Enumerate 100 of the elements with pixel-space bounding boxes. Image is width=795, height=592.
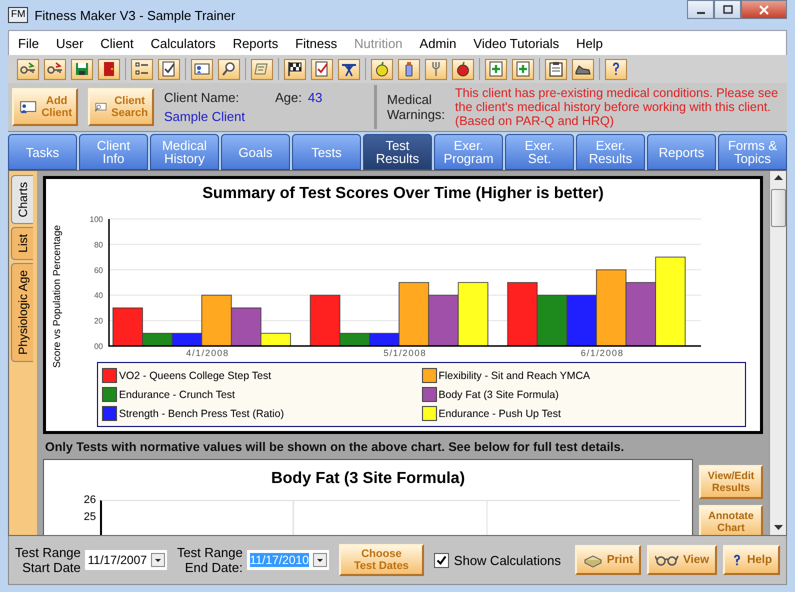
bar bbox=[626, 282, 656, 346]
help-button[interactable]: Help bbox=[723, 545, 780, 575]
toolbar-button[interactable] bbox=[131, 58, 153, 80]
menu-item[interactable]: User bbox=[46, 36, 92, 50]
y-tick-label: 26 bbox=[82, 494, 96, 506]
side-tab[interactable]: Charts bbox=[11, 175, 33, 224]
tab[interactable]: Tests bbox=[292, 134, 361, 170]
view-button[interactable]: View bbox=[647, 545, 718, 575]
show-calculations-label: Show Calculations bbox=[454, 552, 561, 568]
toolbar-button[interactable] bbox=[17, 58, 39, 80]
maximize-button[interactable] bbox=[714, 0, 741, 19]
tab[interactable]: Medical History bbox=[150, 134, 219, 170]
age-label: Age: bbox=[275, 90, 302, 105]
side-button[interactable]: Annotate Chart bbox=[699, 505, 763, 535]
tab[interactable]: Forms & Topics bbox=[718, 134, 787, 170]
choose-test-dates-button[interactable]: Choose Test Dates bbox=[338, 544, 424, 576]
toolbar-button[interactable] bbox=[71, 58, 93, 80]
tab[interactable]: Test Results bbox=[363, 134, 432, 170]
toolbar-button[interactable] bbox=[572, 58, 594, 80]
tab[interactable]: Goals bbox=[221, 134, 290, 170]
menu-item[interactable]: Admin bbox=[410, 36, 464, 50]
app-icon: FM bbox=[8, 7, 28, 23]
clipboard-icon bbox=[548, 61, 564, 77]
scrollbar[interactable] bbox=[769, 171, 786, 535]
client-name-value: Sample Client bbox=[164, 109, 246, 124]
add-client-button[interactable]: Add Client bbox=[12, 88, 78, 126]
apple-icon bbox=[374, 61, 390, 77]
scroll-down-icon bbox=[774, 525, 782, 531]
menu-item[interactable]: Video Tutorials bbox=[464, 36, 568, 50]
tab[interactable]: Exer. Program bbox=[434, 134, 503, 170]
y-tick-label: 100 bbox=[90, 215, 103, 224]
tab[interactable]: Exer. Set. bbox=[505, 134, 574, 170]
toolbar-button[interactable] bbox=[191, 58, 213, 80]
legend-label: Body Fat (3 Site Formula) bbox=[438, 388, 559, 400]
side-tab[interactable]: Physiologic Age bbox=[11, 263, 33, 362]
door-icon bbox=[101, 61, 117, 77]
minimize-button[interactable] bbox=[687, 0, 714, 19]
x-tick-label: 4/1/2008 bbox=[186, 348, 230, 357]
chart-title: Body Fat (3 Site Formula) bbox=[270, 469, 466, 489]
bar bbox=[428, 294, 459, 346]
scroll-thumb[interactable] bbox=[770, 189, 786, 227]
y-tick-label: 80 bbox=[94, 240, 103, 250]
search-icon bbox=[221, 61, 237, 77]
y-tick-label: 60 bbox=[94, 266, 103, 275]
toolbar-button[interactable] bbox=[605, 58, 627, 80]
y-tick-label: 20 bbox=[94, 316, 103, 326]
end-date-label: Test Range End Date: bbox=[176, 545, 243, 575]
side-button[interactable]: View/Edit Results bbox=[699, 465, 763, 499]
show-calculations-checkbox[interactable] bbox=[434, 552, 449, 568]
medical-warnings-label: Medical Warnings: bbox=[387, 92, 446, 122]
tab[interactable]: Reports bbox=[647, 134, 716, 170]
menu-item[interactable]: Calculators bbox=[142, 36, 224, 50]
toolbar-button[interactable] bbox=[311, 58, 333, 80]
client-search-button[interactable]: Client Search bbox=[88, 88, 154, 126]
age-value: 43 bbox=[308, 90, 322, 105]
toolbar-button[interactable] bbox=[158, 58, 180, 80]
scroll-icon bbox=[254, 61, 270, 77]
tab[interactable]: Client Info bbox=[79, 134, 148, 170]
start-date-label: Test Range Start Date bbox=[15, 545, 81, 575]
tab[interactable]: Tasks bbox=[8, 134, 77, 170]
dropdown-icon bbox=[312, 553, 327, 567]
menu-item[interactable]: Reports bbox=[224, 36, 286, 50]
toolbar-button[interactable] bbox=[485, 58, 507, 80]
window-title: Fitness Maker V3 - Sample Trainer bbox=[34, 8, 236, 22]
y-tick-label: 25 bbox=[82, 511, 96, 523]
toolbar-button[interactable] bbox=[338, 58, 360, 80]
toolbar-button[interactable] bbox=[284, 58, 306, 80]
close-icon bbox=[758, 4, 770, 14]
checkered-flag-icon bbox=[287, 61, 303, 77]
print-button[interactable]: Print bbox=[574, 545, 642, 575]
x-tick-label: 5/1/2008 bbox=[383, 348, 427, 357]
close-button[interactable] bbox=[741, 0, 787, 19]
x-tick-label: 6/1/2008 bbox=[580, 348, 624, 357]
save-icon bbox=[74, 61, 90, 77]
weightlifter-icon bbox=[341, 61, 357, 77]
side-tab[interactable]: List bbox=[11, 227, 33, 260]
end-date-field[interactable]: 11/17/2010 bbox=[246, 550, 329, 570]
legend-label: Endurance - Push Up Test bbox=[438, 408, 561, 420]
checklist-icon bbox=[161, 61, 177, 77]
toolbar-button[interactable] bbox=[218, 58, 240, 80]
tab[interactable]: Exer. Results bbox=[576, 134, 645, 170]
person-card-icon bbox=[194, 61, 210, 77]
legend-label: Strength - Bench Press Test (Ratio) bbox=[119, 408, 284, 420]
menu-item[interactable]: Help bbox=[567, 36, 611, 50]
menu-item[interactable]: Fitness bbox=[286, 36, 346, 50]
menu-item[interactable]: File bbox=[9, 36, 47, 50]
bar bbox=[458, 282, 488, 346]
menu-item[interactable]: Client bbox=[91, 36, 142, 50]
toolbar-button[interactable] bbox=[452, 58, 474, 80]
glasses-icon bbox=[655, 554, 680, 566]
bar bbox=[536, 294, 568, 346]
toolbar-button[interactable] bbox=[398, 58, 420, 80]
toolbar-button[interactable] bbox=[545, 58, 567, 80]
chart-title: Summary of Test Scores Over Time (Higher is better) bbox=[201, 184, 605, 204]
start-date-field[interactable]: 11/17/2007 bbox=[84, 550, 167, 570]
toolbar-button[interactable] bbox=[44, 58, 66, 80]
toolbar-button[interactable] bbox=[371, 58, 393, 80]
chart-note: Only Tests with normative values will be shown on the above chart. See below for full test details. bbox=[44, 439, 626, 456]
toolbar-button[interactable] bbox=[512, 58, 534, 80]
legend-label: VO2 - Queens College Step Test bbox=[119, 370, 272, 382]
